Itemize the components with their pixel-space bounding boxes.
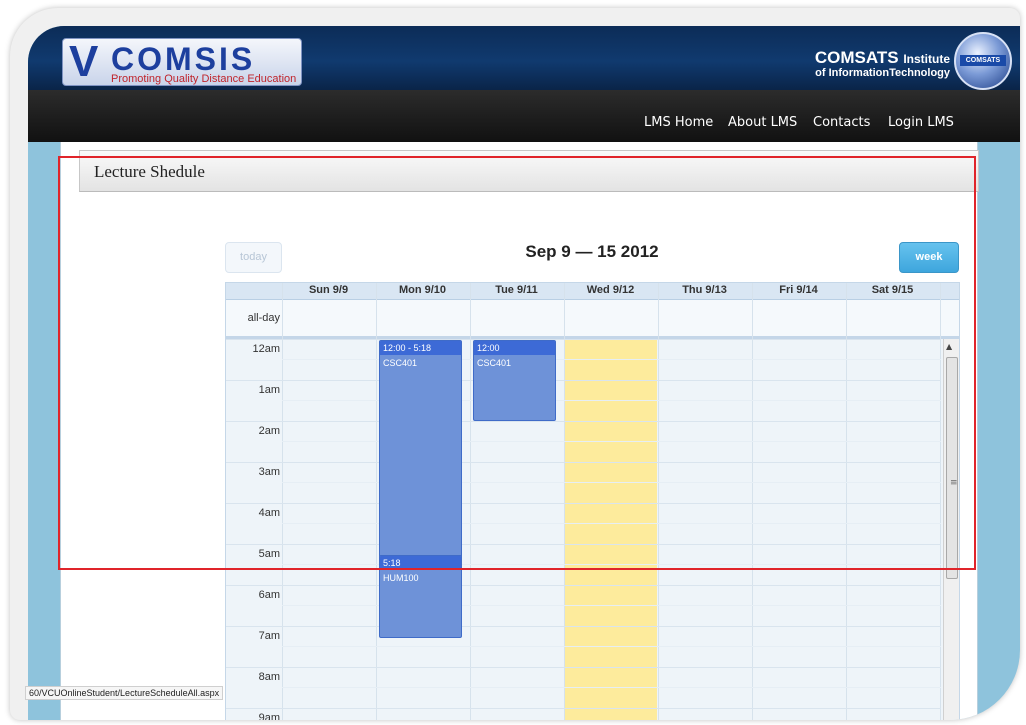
- hour-line: [226, 380, 941, 381]
- hour-label-12am: 12am: [252, 343, 280, 355]
- day-header-fri: Fri 9/14: [779, 284, 818, 296]
- calendar-range-title: Sep 9 — 15 2012: [525, 242, 659, 261]
- week-view-button[interactable]: week: [899, 242, 959, 273]
- hour-line: [226, 626, 941, 627]
- scrollbar-thumb[interactable]: ≡: [946, 357, 958, 579]
- screenshot-frame: V COMSIS Promoting Quality Distance Educ…: [10, 8, 1020, 720]
- half-hour-line: [282, 687, 941, 688]
- hour-label-9am: 9am: [258, 712, 280, 720]
- event-csc401-mon[interactable]: 12:00 - 5:18 CSC401: [379, 340, 462, 558]
- day-header-sat: Sat 9/15: [871, 284, 914, 296]
- week-grid: Sun 9/9 Mon 9/10 Tue 9/11 Wed 9/12 Thu 9…: [225, 282, 960, 720]
- event-title: CSC401: [477, 358, 512, 368]
- institute-block: COMSATS Institute of InformationTechnolo…: [815, 48, 950, 79]
- hour-label-3am: 3am: [258, 466, 280, 478]
- status-bar-url: 60/VCUOnlineStudent/LectureScheduleAll.a…: [25, 686, 224, 700]
- hour-label-4am: 4am: [258, 507, 280, 519]
- time-grid: 12am 1am 2am 3am 4am 5am 6am 7am 8am 9am…: [226, 339, 959, 720]
- day-header-mon: Mon 9/10: [398, 284, 447, 296]
- day-header-thu: Thu 9/13: [682, 284, 727, 296]
- content-area: Lecture Shedule today Sep 9 — 15 2012 we…: [60, 142, 979, 720]
- hour-line: [226, 544, 941, 545]
- triangle-up-icon[interactable]: ▲: [946, 342, 952, 351]
- event-csc401-tue[interactable]: 12:00 CSC401: [473, 340, 556, 421]
- institute-name-suffix: Institute: [903, 52, 950, 66]
- event-time: 5:18: [380, 556, 461, 570]
- nav-login-lms[interactable]: Login LMS: [888, 115, 954, 130]
- event-title: HUM100: [383, 573, 419, 583]
- institute-name: COMSATS Institute: [815, 48, 950, 68]
- hour-line: [226, 462, 941, 463]
- nav-about-lms[interactable]: About LMS: [728, 115, 797, 130]
- browser-page: V COMSIS Promoting Quality Distance Educ…: [28, 26, 1020, 720]
- hour-line: [226, 503, 941, 504]
- site-banner: V COMSIS Promoting Quality Distance Educ…: [28, 26, 1020, 90]
- hour-label-2am: 2am: [258, 425, 280, 437]
- vcomsis-logo[interactable]: V COMSIS Promoting Quality Distance Educ…: [62, 37, 302, 86]
- hour-label-1am: 1am: [258, 384, 280, 396]
- comsats-seal-icon: COMSATS: [954, 32, 1012, 90]
- hour-line: [226, 585, 941, 586]
- event-title: CSC401: [383, 358, 418, 368]
- event-time: 12:00 - 5:18: [380, 341, 461, 355]
- hour-line: [226, 421, 941, 422]
- day-header-tue: Tue 9/11: [495, 284, 538, 296]
- day-header-row: Sun 9/9 Mon 9/10 Tue 9/11 Wed 9/12 Thu 9…: [226, 283, 959, 300]
- event-time: 12:00: [474, 341, 555, 355]
- day-header-wed: Wed 9/12: [586, 284, 635, 296]
- hour-label-7am: 7am: [258, 630, 280, 642]
- all-day-label: all-day: [247, 312, 280, 324]
- hour-label-8am: 8am: [258, 671, 280, 683]
- day-header-sun: Sun 9/9: [308, 284, 349, 296]
- hour-label-5am: 5am: [258, 548, 280, 560]
- logo-tagline: Promoting Quality Distance Education: [111, 73, 297, 85]
- hour-line: [226, 667, 941, 668]
- top-nav: LMS Home About LMS Contacts Login LMS: [28, 90, 1020, 142]
- seal-label: COMSATS: [960, 55, 1006, 66]
- institute-subtitle: of InformationTechnology: [815, 67, 950, 79]
- hour-label-6am: 6am: [258, 589, 280, 601]
- logo-mark: V: [69, 37, 99, 86]
- calendar: today Sep 9 — 15 2012 week Sun 9/9 Mon 9…: [225, 202, 960, 720]
- nav-contacts[interactable]: Contacts: [813, 115, 870, 130]
- event-hum100-mon[interactable]: 5:18 HUM100: [379, 555, 462, 638]
- hour-line: [226, 339, 941, 340]
- grip-icon: ≡: [950, 478, 958, 488]
- all-day-row: all-day: [226, 300, 959, 339]
- page-title: Lecture Shedule: [94, 162, 205, 181]
- calendar-scrollbar[interactable]: ▲ ≡: [943, 339, 959, 720]
- hour-line: [226, 708, 941, 709]
- panel-header: Lecture Shedule: [79, 150, 979, 192]
- half-hour-line: [282, 646, 941, 647]
- nav-lms-home[interactable]: LMS Home: [644, 115, 713, 130]
- institute-name-main: COMSATS: [814, 48, 899, 67]
